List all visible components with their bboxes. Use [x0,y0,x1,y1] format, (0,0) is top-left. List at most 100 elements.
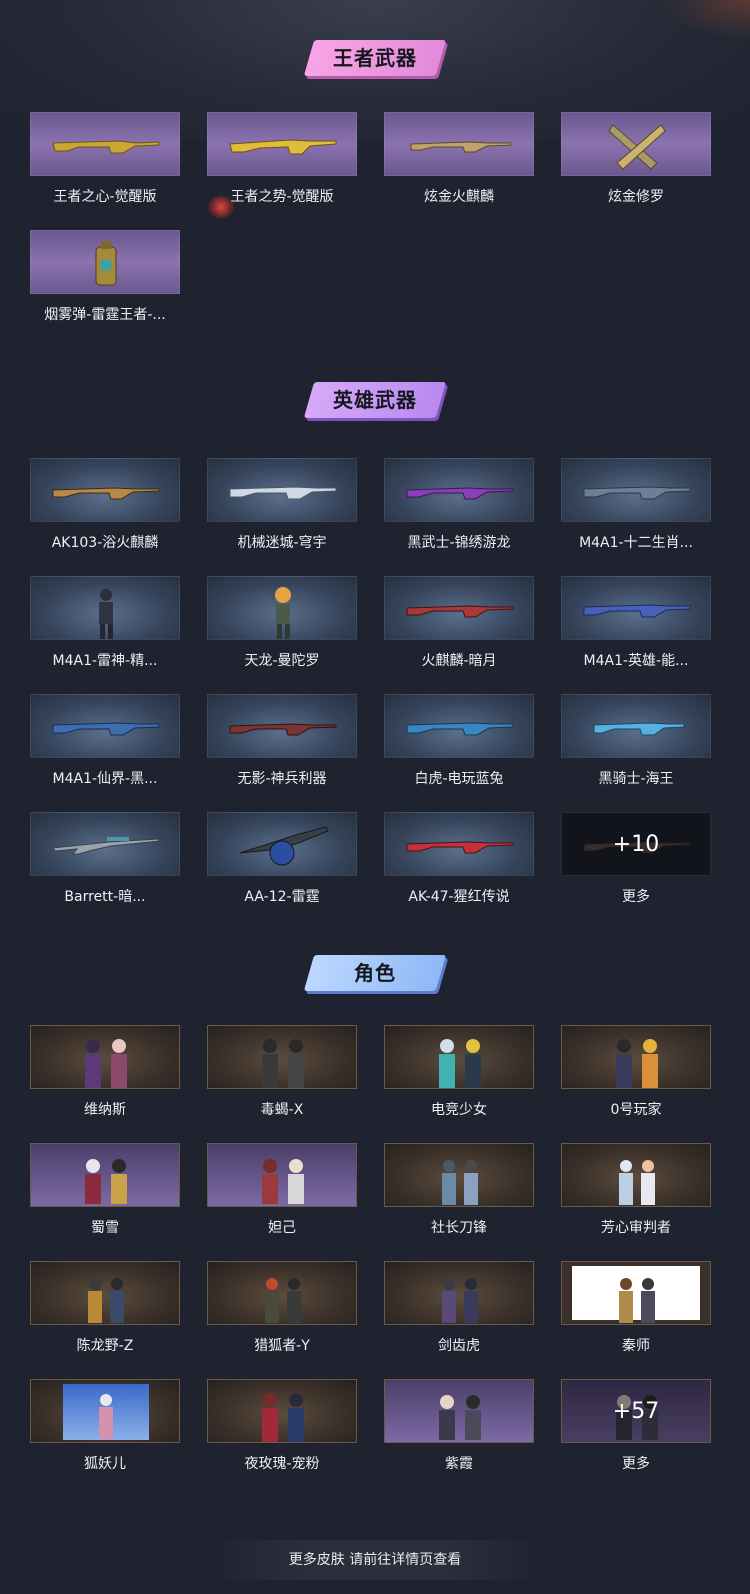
weapon-thumbnail [384,576,534,640]
weapon-label: Barrett-暗... [64,889,146,905]
weapon-card[interactable]: 黑骑士-海王 [561,694,711,794]
role-label: 蜀雪 [91,1220,119,1236]
character-pair-icon [442,1278,478,1323]
weapon-card[interactable]: 黑武士-锦绣游龙 [384,458,534,558]
weapon-thumbnail [30,112,180,176]
weapon-label: 炫金修罗 [608,189,664,205]
character-pair-icon [262,1159,304,1204]
rifle-icon [406,722,514,736]
weapon-label: 王者之势-觉醒版 [230,189,334,205]
character-pair-icon [85,1159,127,1204]
role-label: 芳心审判者 [601,1220,671,1236]
weapon-card[interactable]: AK103-浴火麒麟 [30,458,180,558]
rifle-icon [406,841,514,854]
weapon-thumbnail [207,576,357,640]
weapon-card[interactable]: M4A1-英雄-能... [561,576,711,676]
role-card[interactable]: 毒蝎-X [207,1025,357,1125]
weapon-card[interactable]: M4A1-十二生肖... [561,458,711,558]
weapon-label: M4A1-雷神-精... [52,653,158,669]
weapon-thumbnail [30,230,180,294]
rifle-icon [406,487,514,500]
more-skins-button[interactable]: 更多皮肤 请前往详情页查看 [205,1540,545,1580]
more-count: +57 [562,1380,710,1442]
role-thumbnail [207,1379,357,1443]
weapon-card[interactable]: 火麒麟-暗月 [384,576,534,676]
weapon-card[interactable]: M4A1-仙界-黑... [30,694,180,794]
weapon-card[interactable]: 天龙-曼陀罗 [207,576,357,676]
weapon-card[interactable]: AA-12-雷霆 [207,812,357,912]
more-label: 更多 [622,889,650,905]
section-title-badge: 王者武器 [303,40,447,76]
more-weapons-card[interactable]: +10 更多 [561,812,711,912]
role-card[interactable]: 电竞少女 [384,1025,534,1125]
role-thumbnail [384,1143,534,1207]
weapon-label: 炫金火麒麟 [424,189,494,205]
role-card[interactable]: 狐妖儿 [30,1379,180,1479]
character-pair-icon [619,1160,655,1205]
weapon-thumbnail [30,458,180,522]
weapon-label: 机械迷城-穹宇 [237,535,327,551]
role-card[interactable]: 维纳斯 [30,1025,180,1125]
role-card[interactable]: 芳心审判者 [561,1143,711,1243]
weapon-card[interactable]: Barrett-暗... [30,812,180,912]
section-title: 角色 [354,961,396,985]
role-card[interactable]: 夜玫瑰-宠粉 [207,1379,357,1479]
role-card[interactable]: 紫霞 [384,1379,534,1479]
character-pair-icon [265,1278,301,1323]
character-pair-icon [439,1395,481,1440]
role-thumbnail [30,1261,180,1325]
character-pair-icon [616,1039,658,1088]
character-pair-icon [88,1278,124,1323]
role-card[interactable]: 0号玩家 [561,1025,711,1125]
rifle-icon [229,723,337,736]
weapon-thumbnail [30,694,180,758]
weapon-thumbnail [384,458,534,522]
role-label: 秦师 [622,1338,650,1354]
section-title-badge: 角色 [303,955,447,991]
more-roles-card[interactable]: +57 更多 [561,1379,711,1479]
character-pair-icon [442,1160,478,1205]
weapon-label: 烟雾弹-雷霆王者-... [44,307,166,323]
weapon-card[interactable]: 无影-神兵利器 [207,694,357,794]
weapon-card[interactable]: 机械迷城-穹宇 [207,458,357,558]
role-card[interactable]: 陈龙野-Z [30,1261,180,1361]
section-title: 王者武器 [333,46,417,70]
role-thumbnail [30,1025,180,1089]
role-card[interactable]: 社长刀锋 [384,1143,534,1243]
weapon-card[interactable]: AK-47-猩红传说 [384,812,534,912]
weapon-card[interactable]: 炫金火麒麟 [384,112,534,212]
rifle-icon [229,486,337,500]
weapon-label: 黑武士-锦绣游龙 [407,535,511,551]
role-card[interactable]: 秦师 [561,1261,711,1361]
weapon-card[interactable]: 王者之心-觉醒版 [30,112,180,212]
role-thumbnail: +57 [561,1379,711,1443]
rifle-icon [52,722,160,736]
weapon-card[interactable]: M4A1-雷神-精... [30,576,180,676]
role-card[interactable]: 妲己 [207,1143,357,1243]
character-pair-icon [619,1278,655,1323]
role-card[interactable]: 猎狐者-Y [207,1261,357,1361]
weapon-label: M4A1-十二生肖... [579,535,693,551]
more-label: 更多 [622,1456,650,1472]
weapon-thumbnail [561,576,711,640]
weapon-card[interactable]: 烟雾弹-雷霆王者-... [30,230,180,330]
weapon-card[interactable]: 王者之势-觉醒版 [207,112,357,212]
weapon-card[interactable]: 白虎-电玩蓝兔 [384,694,534,794]
weapon-card[interactable]: 炫金修罗 [561,112,711,212]
character-figure-icon [99,1394,113,1439]
weapon-thumbnail [384,112,534,176]
weapon-thumbnail [30,812,180,876]
weapon-label: 天龙-曼陀罗 [244,653,320,669]
weapon-label: M4A1-英雄-能... [583,653,689,669]
role-label: 妲己 [268,1220,296,1236]
role-card[interactable]: 剑齿虎 [384,1261,534,1361]
role-thumbnail [384,1379,534,1443]
weapon-thumbnail [384,812,534,876]
shotgun-icon [239,826,329,866]
rifle-icon [52,487,160,500]
more-count: +10 [562,813,710,875]
character-pair-icon [85,1039,127,1088]
role-card[interactable]: 蜀雪 [30,1143,180,1243]
weapon-thumbnail [561,694,711,758]
role-thumbnail [384,1025,534,1089]
